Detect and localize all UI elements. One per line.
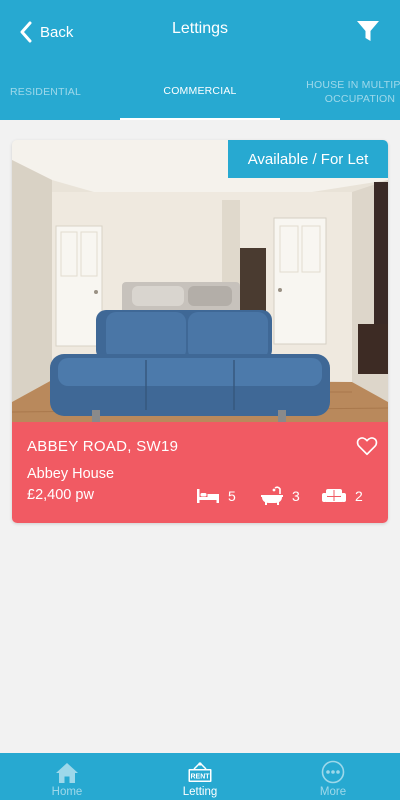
favorite-button[interactable] [356, 435, 378, 457]
more-icon [321, 760, 345, 784]
chevron-left-icon [20, 21, 32, 43]
nav-letting-label: Letting [182, 786, 218, 798]
tab-house-in-multiple-occupation[interactable]: HOUSE IN MULTIPLE OCCUPATION [305, 64, 400, 120]
category-tabs: RESIDENTIAL COMMERCIAL HOUSE IN MULTIPLE… [0, 64, 400, 120]
filter-button[interactable] [356, 19, 380, 43]
nav-more-label: More [319, 786, 347, 798]
nav-more[interactable]: More [266, 753, 400, 800]
receptions-count: 2 [321, 486, 363, 506]
home-icon [56, 763, 78, 783]
nav-letting[interactable]: RENT Letting [133, 753, 267, 800]
sofa-icon [322, 489, 346, 502]
listing-price: £2,400 pw [27, 487, 94, 503]
bedrooms-value: 5 [228, 488, 236, 504]
bed-icon [197, 489, 219, 503]
nav-home-label: Home [51, 786, 83, 798]
back-button[interactable]: Back [20, 18, 73, 46]
status-badge: Available / For Let [228, 140, 388, 178]
tab-residential[interactable]: RESIDENTIAL [0, 64, 81, 120]
top-bar: Back Lettings [0, 0, 400, 64]
back-label: Back [40, 23, 74, 41]
listing-address: ABBEY ROAD, SW19 [27, 438, 179, 455]
heart-icon [356, 437, 378, 456]
listing-info: ABBEY ROAD, SW19 Abbey House £2,400 pw 5 [12, 422, 388, 523]
nav-home[interactable]: Home [0, 753, 134, 800]
bathrooms-count: 3 [260, 486, 300, 506]
bedrooms-count: 5 [196, 486, 236, 506]
listing-card[interactable]: Available / For Let ABBEY ROAD, SW19 Abb… [12, 140, 388, 523]
listing-photo [12, 140, 388, 422]
receptions-value: 2 [355, 488, 363, 504]
bathrooms-value: 3 [292, 488, 300, 504]
bathtub-icon [261, 486, 283, 505]
filter-icon [357, 21, 379, 41]
bottom-navigation: Home RENT Letting More [0, 753, 400, 800]
rent-sign-text: RENT [190, 774, 210, 781]
rent-sign-icon: RENT [188, 762, 212, 782]
listing-name: Abbey House [27, 466, 115, 482]
tab-commercial[interactable]: COMMERCIAL [120, 64, 280, 120]
